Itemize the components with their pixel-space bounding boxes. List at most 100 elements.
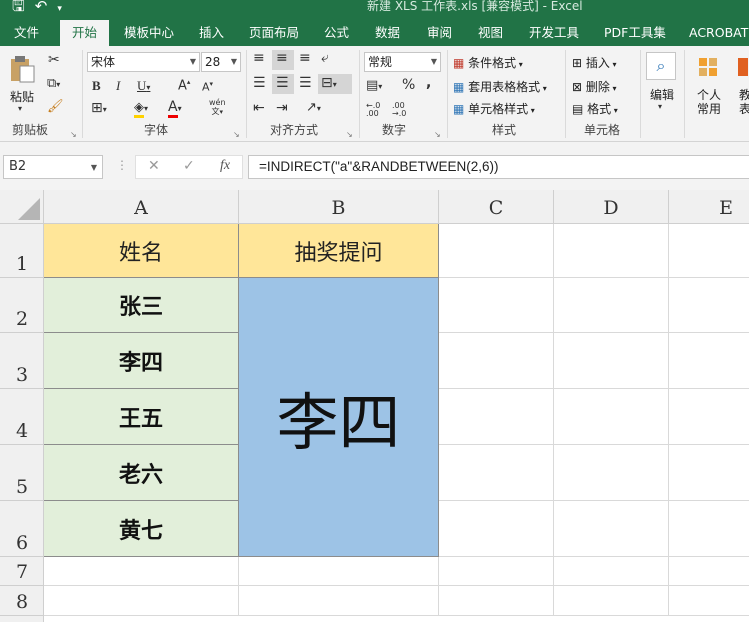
row-header-9[interactable] xyxy=(0,616,44,622)
paste-button[interactable] xyxy=(8,54,38,84)
cell-c8[interactable] xyxy=(439,586,554,616)
wrap-text-icon[interactable]: ⤶ xyxy=(321,50,329,66)
format-painter-icon[interactable]: 🖌 xyxy=(47,99,64,114)
percent-icon[interactable]: % xyxy=(402,77,415,93)
tab-page-layout[interactable]: 页面布局 xyxy=(249,20,299,46)
cut-icon[interactable]: ✂ xyxy=(48,52,60,68)
cell-b2-merged-result[interactable]: 李四 xyxy=(239,278,439,557)
cell-b8[interactable] xyxy=(239,586,439,616)
cell-styles-button[interactable]: ▦ 单元格样式 ▾ xyxy=(453,100,535,117)
font-name-select[interactable]: 宋体 ▼ xyxy=(87,52,200,72)
save-icon[interactable]: 🖫 xyxy=(12,0,35,21)
cell-c2[interactable] xyxy=(439,278,554,333)
cell-d1[interactable] xyxy=(554,224,669,278)
row-header-6[interactable]: 6 xyxy=(0,501,44,557)
column-header-b[interactable]: B xyxy=(239,190,439,224)
align-center-icon[interactable]: ☰ xyxy=(276,75,289,91)
increase-decimal-icon[interactable]: ←.0.00 xyxy=(366,102,380,118)
delete-cells-button[interactable]: ⊠ 删除 ▾ xyxy=(572,78,616,95)
tab-view[interactable]: 视图 xyxy=(478,20,503,46)
tab-formulas[interactable]: 公式 xyxy=(324,20,349,46)
align-right-icon[interactable]: ☰ xyxy=(299,75,312,91)
align-bottom-icon[interactable]: ≡ xyxy=(299,50,311,66)
tab-pdf-tools[interactable]: PDF工具集 xyxy=(604,20,666,46)
tab-developer[interactable]: 开发工具 xyxy=(529,20,579,46)
tab-template-center[interactable]: 模板中心 xyxy=(124,20,174,46)
decrease-indent-icon[interactable]: ⇤ xyxy=(253,100,265,116)
alignment-launcher-icon[interactable]: ↘ xyxy=(346,130,353,139)
column-header-a[interactable]: A xyxy=(44,190,239,224)
cell-c7[interactable] xyxy=(439,557,554,586)
cell-c4[interactable] xyxy=(439,389,554,445)
personal-common-button[interactable]: 个人 常用 xyxy=(697,88,721,116)
decrease-decimal-icon[interactable]: .00 →.0 xyxy=(392,102,406,118)
increase-font-icon[interactable]: A▴ xyxy=(178,78,190,93)
row-header-4[interactable]: 4 xyxy=(0,389,44,445)
paste-dropdown-icon[interactable]: ▾ xyxy=(18,104,22,113)
tab-acrobat[interactable]: ACROBAT xyxy=(689,20,748,46)
bold-icon[interactable]: B xyxy=(92,78,101,94)
cell-a2[interactable]: 张三 xyxy=(44,278,239,333)
fill-color-icon[interactable]: ◈▾ xyxy=(134,100,148,118)
cell-a4[interactable]: 王五 xyxy=(44,389,239,445)
accounting-icon[interactable]: ▤▾ xyxy=(366,78,382,93)
column-header-c[interactable]: C xyxy=(439,190,554,224)
format-cells-button[interactable]: ▤ 格式 ▾ xyxy=(572,100,618,117)
number-launcher-icon[interactable]: ↘ xyxy=(434,130,441,139)
tutorial-icon[interactable] xyxy=(736,54,749,80)
cell-d5[interactable] xyxy=(554,445,669,501)
formula-input[interactable]: =INDIRECT("a"&RANDBETWEEN(2,6)) xyxy=(248,155,749,179)
orientation-icon[interactable]: ↗▾ xyxy=(306,100,321,115)
cell-e8[interactable] xyxy=(669,586,749,616)
copy-icon[interactable]: ⧉▾ xyxy=(47,76,60,91)
column-header-d[interactable]: D xyxy=(554,190,669,224)
personal-common-icon[interactable] xyxy=(697,54,721,80)
qa-dropdown-icon[interactable]: ▾ xyxy=(57,4,72,14)
number-format-select[interactable]: 常规 ▼ xyxy=(364,52,441,72)
tutorial-button[interactable]: 教表 xyxy=(739,88,749,116)
edit-button-label[interactable]: 编辑 xyxy=(650,86,674,103)
cell-c5[interactable] xyxy=(439,445,554,501)
paste-label[interactable]: 粘贴 xyxy=(10,88,34,105)
border-icon[interactable]: ⊞▾ xyxy=(91,100,107,116)
merge-center-icon[interactable]: ⊟▾ xyxy=(321,75,337,91)
cell-a8[interactable] xyxy=(44,586,239,616)
undo-icon[interactable]: ↶ xyxy=(35,0,58,15)
font-size-select[interactable]: 28 ▼ xyxy=(201,52,241,72)
formula-bar-grip-icon[interactable]: ⋮ xyxy=(116,158,128,172)
row-header-1[interactable]: 1 xyxy=(0,224,44,278)
row-header-3[interactable]: 3 xyxy=(0,333,44,389)
cell-c1[interactable] xyxy=(439,224,554,278)
cell-e2[interactable] xyxy=(669,278,749,333)
tab-home[interactable]: 开始 xyxy=(60,20,110,46)
comma-icon[interactable]: , xyxy=(426,75,431,91)
cell-c6[interactable] xyxy=(439,501,554,557)
align-middle-icon[interactable]: ≡ xyxy=(276,50,288,66)
cell-a5[interactable]: 老六 xyxy=(44,445,239,501)
cancel-icon[interactable]: ✕ xyxy=(148,158,160,174)
font-color-icon[interactable]: A▾ xyxy=(168,99,182,118)
cell-a6[interactable]: 黄七 xyxy=(44,501,239,557)
cell-d3[interactable] xyxy=(554,333,669,389)
cell-b1[interactable]: 抽奖提问 xyxy=(239,224,439,278)
column-header-e[interactable]: E xyxy=(669,190,749,224)
phonetic-icon[interactable]: wén 文▾ xyxy=(209,98,226,117)
cell-e5[interactable] xyxy=(669,445,749,501)
tab-insert[interactable]: 插入 xyxy=(199,20,224,46)
edit-dropdown-icon[interactable]: ▾ xyxy=(658,102,662,111)
cell-e6[interactable] xyxy=(669,501,749,557)
cell-e1[interactable] xyxy=(669,224,749,278)
tab-data[interactable]: 数据 xyxy=(375,20,400,46)
underline-icon[interactable]: U▾ xyxy=(137,78,150,94)
cell-a1[interactable]: 姓名 xyxy=(44,224,239,278)
insert-function-icon[interactable]: fx xyxy=(220,158,230,174)
select-all-button[interactable] xyxy=(0,190,44,224)
tab-file[interactable]: 文件 xyxy=(14,20,39,46)
cell-d2[interactable] xyxy=(554,278,669,333)
row-header-7[interactable]: 7 xyxy=(0,557,44,586)
cell-e4[interactable] xyxy=(669,389,749,445)
conditional-format-button[interactable]: ▦ 条件格式 ▾ xyxy=(453,54,523,71)
name-box[interactable]: B2 ▼ xyxy=(3,155,103,179)
align-left-icon[interactable]: ☰ xyxy=(253,75,266,91)
cell-a7[interactable] xyxy=(44,557,239,586)
